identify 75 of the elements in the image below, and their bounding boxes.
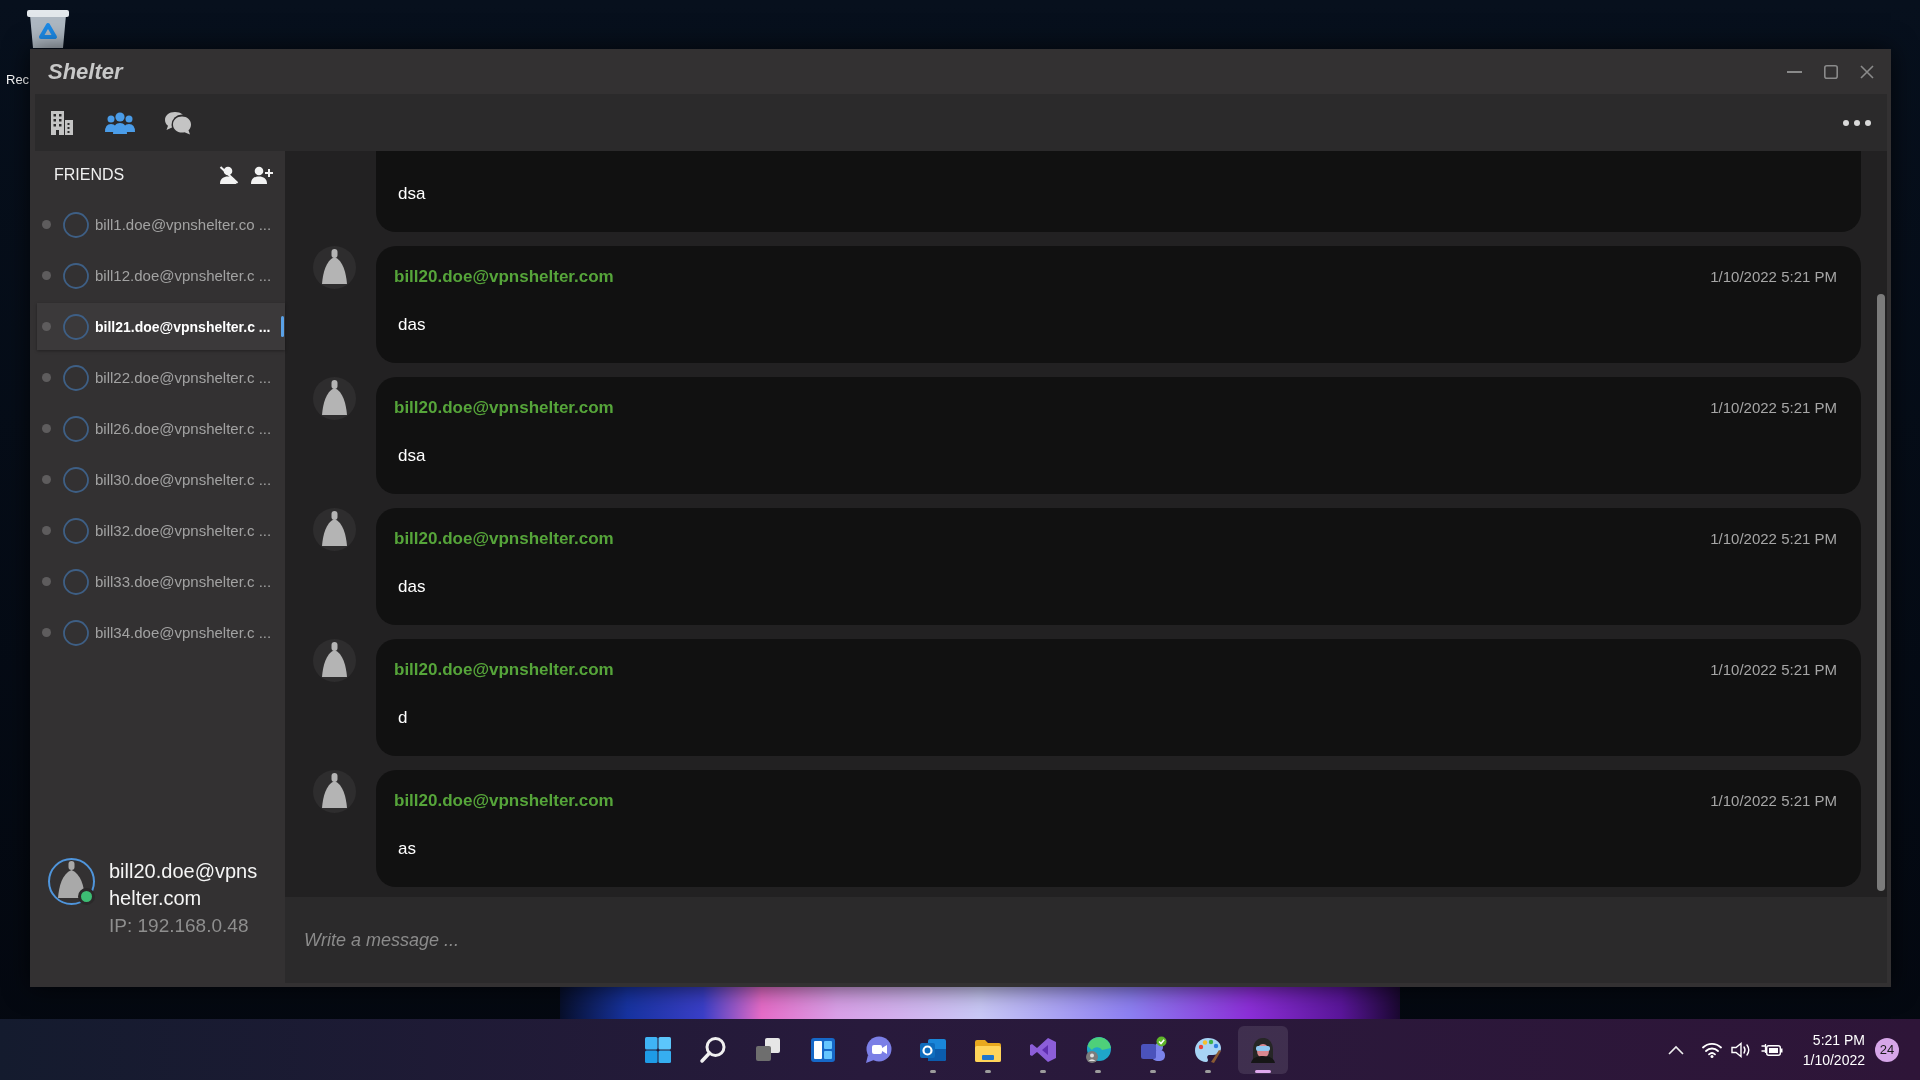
- overlapping-squares-icon: [753, 1035, 782, 1064]
- avatar-ring-icon: [63, 211, 89, 238]
- notification-badge[interactable]: 24: [1875, 1037, 1899, 1062]
- avatar-ring-icon: [63, 466, 89, 493]
- friend-item[interactable]: bill22.doe@vpnshelter.c ...: [37, 354, 285, 401]
- avatar-ring-icon: [63, 517, 89, 544]
- avatar-ring-icon: [63, 415, 89, 442]
- message-text: d: [398, 707, 408, 729]
- chat-bubbles-icon[interactable]: [164, 110, 192, 135]
- message-time: 1/10/2022 5:21 PM: [1710, 267, 1837, 287]
- building-icon[interactable]: [51, 110, 73, 135]
- people-tile-icon: [1138, 1035, 1167, 1064]
- sender-name: bill20.doe@vpnshelter.com: [394, 528, 614, 550]
- panels-icon: [808, 1035, 837, 1064]
- avatar-ring-icon: [63, 313, 89, 340]
- avatar-icon: [313, 639, 356, 682]
- window-title: Shelter: [48, 57, 123, 86]
- friend-item[interactable]: bill33.doe@vpnshelter.c ...: [37, 558, 285, 605]
- friend-item[interactable]: bill30.doe@vpnshelter.c ...: [37, 456, 285, 503]
- speaker-icon[interactable]: [1730, 1041, 1751, 1058]
- message-time: 1/10/2022 5:21 PM: [1710, 529, 1837, 549]
- recycle-bin-icon[interactable]: [25, 10, 71, 48]
- four-squares-icon: [643, 1035, 672, 1064]
- maximize-icon[interactable]: [1824, 64, 1838, 79]
- sender-name: bill20.doe@vpnshelter.com: [394, 790, 614, 812]
- sender-name: bill20.doe@vpnshelter.com: [394, 397, 614, 419]
- taskbar-button[interactable]: [1237, 1025, 1288, 1074]
- person-slash-icon[interactable]: [219, 166, 239, 184]
- desktop-icon-label[interactable]: Rec: [6, 71, 30, 89]
- people-icon[interactable]: [105, 111, 135, 134]
- user-name: bill20.doe@vpnshelter.com: [109, 859, 259, 911]
- chevron-up-icon[interactable]: [1667, 1044, 1684, 1055]
- more-icon[interactable]: [1843, 119, 1871, 126]
- add-person-icon[interactable]: [251, 166, 273, 184]
- wifi-icon[interactable]: [1701, 1041, 1722, 1058]
- avatar-icon: [313, 508, 356, 551]
- avatar-ring-icon: [63, 262, 89, 289]
- friend-item[interactable]: bill32.doe@vpnshelter.c ...: [37, 507, 285, 554]
- ip-address: IP: 192.168.0.48: [109, 914, 250, 938]
- avatar-ring-icon: [63, 364, 89, 391]
- avatar-icon: [313, 770, 356, 813]
- sender-name: bill20.doe@vpnshelter.com: [394, 266, 614, 288]
- friend-item[interactable]: bill34.doe@vpnshelter.c ...: [37, 609, 285, 656]
- friend-item[interactable]: bill26.doe@vpnshelter.c ...: [37, 405, 285, 452]
- hooded-figure-icon: [1248, 1035, 1277, 1064]
- close-icon[interactable]: [1860, 64, 1874, 79]
- camera-bubble-icon: [863, 1035, 892, 1064]
- message-time: 1/10/2022 5:21 PM: [1710, 791, 1837, 811]
- tray-date[interactable]: 1/10/2022: [1802, 1049, 1865, 1070]
- friend-item[interactable]: bill21.doe@vpnshelter.c ...: [37, 303, 285, 350]
- friend-item[interactable]: bill12.doe@vpnshelter.c ...: [37, 252, 285, 299]
- ribbon-icon: [1028, 1035, 1057, 1064]
- palette-icon: [1193, 1035, 1222, 1064]
- message-text: das: [398, 576, 426, 598]
- message-text: dsa: [398, 183, 426, 205]
- avatar-icon: [48, 858, 95, 905]
- avatar-icon: [313, 246, 356, 289]
- message-text: das: [398, 314, 426, 336]
- search-icon: [698, 1035, 727, 1064]
- avatar-ring-icon: [63, 619, 89, 646]
- swirl-icon: [1083, 1035, 1112, 1064]
- message-text: as: [398, 838, 416, 860]
- message-time: 1/10/2022 5:21 PM: [1710, 660, 1837, 680]
- message-text: dsa: [398, 445, 426, 467]
- avatar-ring-icon: [63, 568, 89, 595]
- message-input[interactable]: Write a message ...: [285, 897, 1887, 983]
- section-title: FRIENDS: [54, 165, 125, 185]
- scrollbar-thumb[interactable]: [1877, 294, 1885, 891]
- sender-name: bill20.doe@vpnshelter.com: [394, 659, 614, 681]
- minimize-icon[interactable]: [1787, 70, 1802, 73]
- avatar-icon: [313, 377, 356, 420]
- tray-time[interactable]: 5:21 PM: [1812, 1029, 1865, 1050]
- friend-item[interactable]: bill1.doe@vpnshelter.co ...: [37, 201, 285, 248]
- battery-plug-icon[interactable]: [1760, 1041, 1783, 1058]
- message-time: 1/10/2022 5:21 PM: [1710, 398, 1837, 418]
